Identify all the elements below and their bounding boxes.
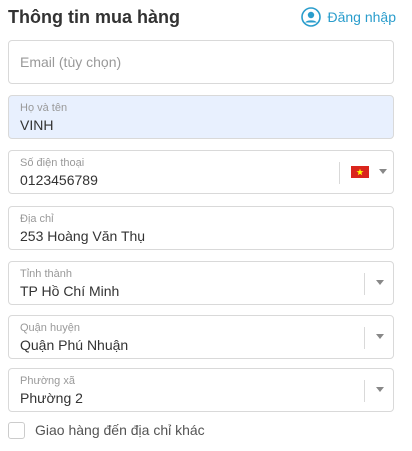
phone-value: 0123456789: [20, 172, 98, 188]
province-value: TP Hồ Chí Minh: [20, 283, 120, 299]
login-label: Đăng nhập: [327, 9, 396, 25]
district-value: Quận Phú Nhuận: [20, 337, 129, 353]
ward-value: Phường 2: [20, 390, 83, 406]
address-label: Địa chỉ: [20, 213, 54, 225]
page-title: Thông tin mua hàng: [8, 6, 180, 27]
address-value: 253 Hoàng Văn Thụ: [20, 228, 146, 244]
email-field[interactable]: Email (tùy chọn): [8, 40, 394, 84]
district-chevron-down-icon[interactable]: [376, 334, 384, 339]
ship-other-address-option[interactable]: Giao hàng đến địa chỉ khác: [8, 420, 205, 440]
user-circle-icon: [301, 7, 322, 27]
header: Thông tin mua hàng Đăng nhập: [8, 0, 396, 34]
district-label: Quận huyện: [20, 322, 80, 334]
phone-label: Số điện thoại: [20, 157, 85, 169]
phone-divider: [339, 162, 340, 184]
address-field[interactable]: Địa chỉ 253 Hoàng Văn Thụ: [8, 206, 394, 250]
ship-other-address-checkbox[interactable]: [8, 421, 25, 439]
email-placeholder: Email (tùy chọn): [20, 54, 122, 70]
ward-divider: [364, 380, 365, 402]
login-link[interactable]: Đăng nhập: [301, 7, 396, 27]
checkout-info-panel: Thông tin mua hàng Đăng nhập Email (tùy …: [0, 0, 412, 451]
province-divider: [364, 273, 365, 295]
ship-other-address-label: Giao hàng đến địa chỉ khác: [35, 422, 205, 438]
province-label: Tỉnh thành: [20, 268, 72, 280]
ward-select[interactable]: Phường xã Phường 2: [8, 368, 394, 412]
phone-field[interactable]: Số điện thoại 0123456789: [8, 150, 394, 194]
name-value: VINH: [20, 117, 54, 133]
ward-chevron-down-icon[interactable]: [376, 387, 384, 392]
name-field[interactable]: Họ và tên VINH: [8, 95, 394, 139]
province-select[interactable]: Tỉnh thành TP Hồ Chí Minh: [8, 261, 394, 305]
name-label: Họ và tên: [20, 102, 68, 114]
district-select[interactable]: Quận huyện Quận Phú Nhuận: [8, 315, 394, 359]
district-divider: [364, 327, 365, 349]
province-chevron-down-icon[interactable]: [376, 280, 384, 285]
vietnam-flag-icon[interactable]: [351, 166, 369, 178]
country-chevron-down-icon[interactable]: [379, 169, 387, 174]
ward-label: Phường xã: [20, 375, 75, 387]
